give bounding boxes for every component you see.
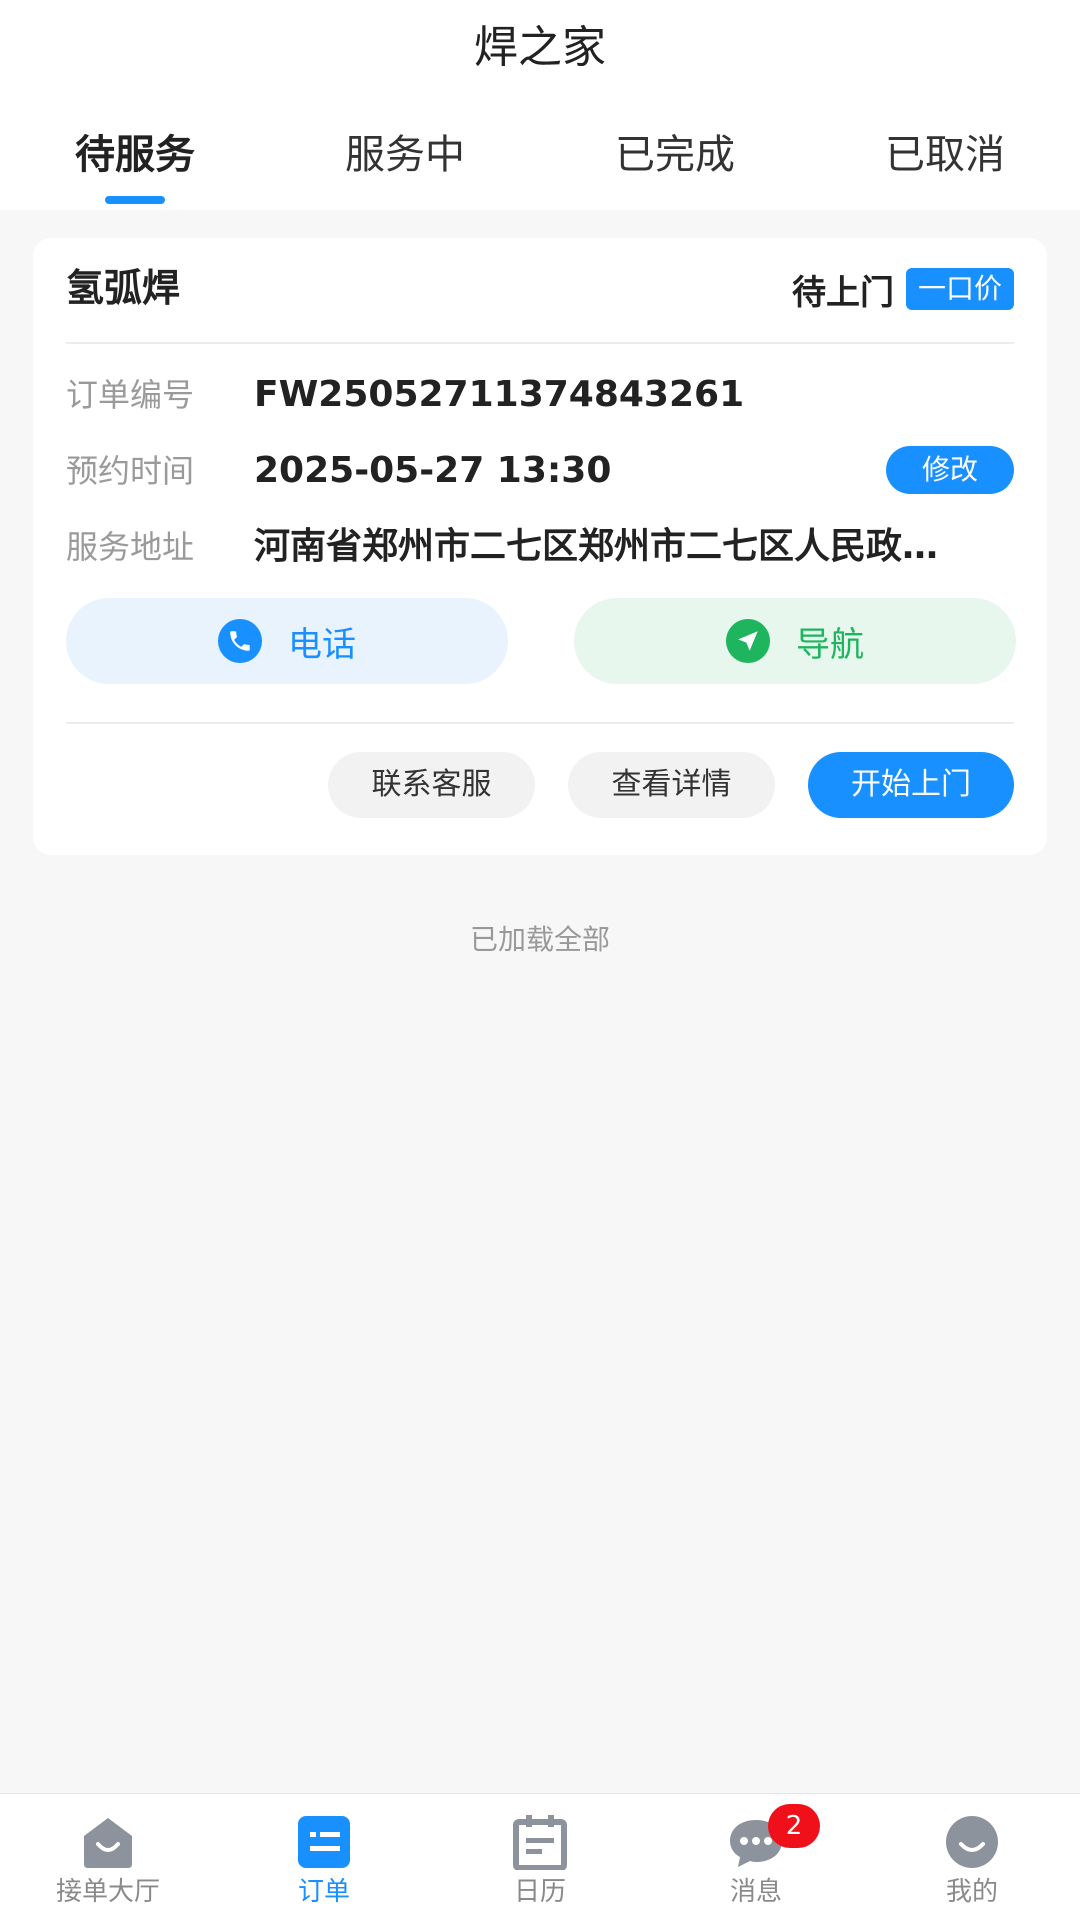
order-number-value: FW25052711374843261 xyxy=(254,374,745,415)
profile-icon xyxy=(946,1816,998,1868)
tab-completed[interactable]: 已完成 xyxy=(540,120,810,210)
home-smile-icon xyxy=(84,1818,132,1868)
navigate-label: 导航 xyxy=(796,624,864,665)
order-number-label: 订单编号 xyxy=(66,376,195,414)
tab-in-service[interactable]: 服务中 xyxy=(270,120,540,210)
tabbar-label: 接单大厅 xyxy=(55,1877,160,1907)
tabbar-label: 我的 xyxy=(945,1877,998,1907)
tabbar-label: 消息 xyxy=(729,1877,782,1907)
navigate-button[interactable]: 导航 xyxy=(574,598,1016,684)
price-badge: 一口价 xyxy=(905,268,1014,310)
tabbar-label: 订单 xyxy=(297,1877,350,1907)
list-footer-text: 已加载全部 xyxy=(469,923,610,956)
divider xyxy=(66,342,1014,344)
bottom-tab-bar: 接单大厅 订单 日历 2 消息 我的 xyxy=(0,1793,1080,1920)
navigation-arrow-icon xyxy=(726,619,770,663)
order-status: 待上门 一口价 xyxy=(792,268,1014,313)
order-number-row: 订单编号 FW25052711374843261 xyxy=(66,370,1014,420)
phone-label: 电话 xyxy=(288,624,356,665)
service-address-label: 服务地址 xyxy=(66,528,195,566)
order-card: 氢弧焊 待上门 一口价 订单编号 FW25052711374843261 预约时… xyxy=(33,238,1047,855)
service-address-value: 河南省郑州市二七区郑州市二七区人民政… xyxy=(254,526,939,567)
order-list-icon xyxy=(298,1816,350,1868)
tabbar-item-calendar[interactable]: 日历 xyxy=(432,1794,648,1920)
tabbar-item-orders[interactable]: 订单 xyxy=(216,1794,432,1920)
view-details-button[interactable]: 查看详情 xyxy=(568,752,775,818)
tabbar-item-profile[interactable]: 我的 xyxy=(864,1794,1080,1920)
service-name: 氢弧焊 xyxy=(66,266,181,310)
status-tabs: 待服务 服务中 已完成 已取消 xyxy=(0,120,1080,210)
service-address-row: 服务地址 河南省郑州市二七区郑州市二七区人民政… xyxy=(66,522,1014,572)
tabbar-label: 日历 xyxy=(513,1877,566,1907)
appointment-time-label: 预约时间 xyxy=(66,452,195,490)
tabbar-item-order-hall[interactable]: 接单大厅 xyxy=(0,1794,216,1920)
tab-cancelled[interactable]: 已取消 xyxy=(810,120,1080,210)
phone-button[interactable]: 电话 xyxy=(66,598,508,684)
calendar-icon xyxy=(513,1815,567,1870)
tabbar-item-messages[interactable]: 2 消息 xyxy=(648,1794,864,1920)
unread-badge: 2 xyxy=(768,1804,820,1848)
divider xyxy=(66,722,1014,724)
appointment-time-row: 预约时间 2025-05-27 13:30 修改 xyxy=(66,446,1014,496)
appointment-time-value: 2025-05-27 13:30 xyxy=(254,450,612,491)
status-text: 待上门 xyxy=(791,272,894,313)
contact-support-button[interactable]: 联系客服 xyxy=(328,752,535,818)
header: 焊之家 待服务 服务中 已完成 已取消 xyxy=(0,0,1080,210)
page-title: 焊之家 xyxy=(474,22,606,73)
start-visit-button[interactable]: 开始上门 xyxy=(808,752,1014,818)
phone-icon xyxy=(218,619,262,663)
active-tab-indicator xyxy=(105,196,165,204)
modify-time-button[interactable]: 修改 xyxy=(886,446,1014,494)
